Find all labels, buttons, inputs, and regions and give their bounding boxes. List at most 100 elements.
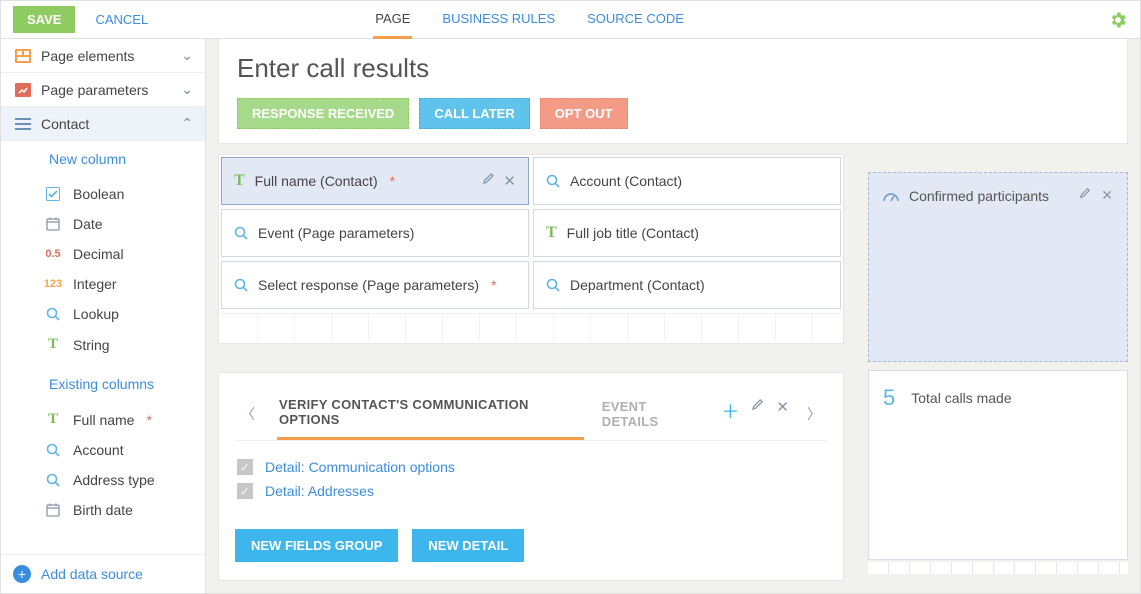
type-date[interactable]: Date	[37, 209, 205, 239]
page-title: Enter call results	[237, 53, 1109, 84]
lookup-icon	[43, 307, 63, 321]
required-icon: *	[146, 412, 151, 428]
date-icon	[43, 503, 63, 517]
gear-icon[interactable]	[1108, 10, 1128, 30]
button-response-received[interactable]: RESPONSE RECEIVED	[237, 98, 409, 129]
checkbox-icon: ✓	[237, 483, 253, 499]
decimal-icon: 0.5	[43, 248, 63, 260]
existing-full-name[interactable]: T Full name*	[37, 404, 205, 435]
col-label: Account	[73, 442, 124, 458]
sidebar-item-contact[interactable]: Contact ⌃	[1, 107, 205, 141]
tab-next-icon[interactable]: 〉	[801, 398, 827, 430]
gauge-icon	[883, 190, 899, 202]
required-icon: *	[390, 173, 395, 189]
field-full-name[interactable]: T Full name (Contact) * ✕	[221, 157, 529, 205]
grid-drop-zone[interactable]	[221, 313, 841, 341]
elements-icon	[13, 48, 33, 64]
existing-birth-date[interactable]: Birth date	[37, 495, 205, 525]
header-bar: SAVE CANCEL PAGE BUSINESS RULES SOURCE C…	[1, 1, 1140, 39]
type-label: Decimal	[73, 246, 124, 262]
type-label: Integer	[73, 276, 117, 292]
date-icon	[43, 217, 63, 231]
button-call-later[interactable]: CALL LATER	[419, 98, 529, 129]
list-icon	[13, 116, 33, 132]
field-job-title[interactable]: T Full job title (Contact)	[533, 209, 841, 257]
string-icon: T	[43, 336, 63, 353]
field-account[interactable]: Account (Contact)	[533, 157, 841, 205]
add-tab-icon[interactable]: ＋	[721, 398, 739, 430]
plus-icon: +	[13, 565, 31, 583]
lookup-icon	[546, 174, 560, 188]
field-label: Full job title (Contact)	[567, 225, 699, 241]
tab-event-details[interactable]: EVENT DETAILS	[600, 389, 706, 439]
col-label: Birth date	[73, 502, 133, 518]
tab-verify-contact[interactable]: VERIFY CONTACT'S COMMUNICATION OPTIONS	[277, 387, 584, 440]
lookup-icon	[43, 473, 63, 487]
type-integer[interactable]: 123 Integer	[37, 269, 205, 299]
save-button[interactable]: SAVE	[13, 6, 75, 33]
cancel-button[interactable]: CANCEL	[81, 6, 162, 33]
lookup-icon	[234, 278, 248, 292]
existing-address-type[interactable]: Address type	[37, 465, 205, 495]
new-detail-button[interactable]: NEW DETAIL	[412, 529, 524, 562]
type-label: Lookup	[73, 306, 119, 322]
type-decimal[interactable]: 0.5 Decimal	[37, 239, 205, 269]
chevron-down-icon: ⌄	[181, 81, 193, 98]
edit-icon[interactable]	[1079, 187, 1091, 204]
detail-communication-options[interactable]: ✓ Detail: Communication options	[235, 451, 827, 475]
detail-label: Detail: Addresses	[265, 483, 374, 499]
detail-addresses[interactable]: ✓ Detail: Addresses	[235, 475, 827, 499]
field-select-response[interactable]: Select response (Page parameters)*	[221, 261, 529, 309]
field-label: Account (Contact)	[570, 173, 682, 189]
add-ds-label: Add data source	[41, 566, 143, 582]
type-string[interactable]: T String	[37, 329, 205, 360]
type-lookup[interactable]: Lookup	[37, 299, 205, 329]
sidebar-item-page-elements[interactable]: Page elements ⌄	[1, 39, 205, 73]
type-label: Boolean	[73, 186, 124, 202]
edit-tab-icon[interactable]	[751, 398, 764, 430]
chevron-down-icon: ⌄	[181, 47, 193, 64]
string-icon: T	[234, 172, 245, 190]
tab-page[interactable]: PAGE	[373, 1, 412, 39]
chevron-up-icon: ⌃	[181, 115, 193, 132]
existing-columns-heading: Existing columns	[1, 366, 205, 398]
lookup-icon	[234, 226, 248, 240]
lookup-icon	[546, 278, 560, 292]
widget-confirmed-participants[interactable]: Confirmed participants ✕	[868, 172, 1128, 362]
close-icon[interactable]: ✕	[1101, 187, 1113, 204]
button-opt-out[interactable]: OPT OUT	[540, 98, 628, 129]
widget-total-calls[interactable]: 5 Total calls made	[868, 370, 1128, 560]
params-icon	[13, 82, 33, 98]
edit-icon[interactable]	[482, 172, 495, 190]
field-department[interactable]: Department (Contact)	[533, 261, 841, 309]
add-data-source-button[interactable]: + Add data source	[1, 554, 205, 593]
required-icon: *	[491, 277, 496, 293]
sidebar-item-page-parameters[interactable]: Page parameters ⌄	[1, 73, 205, 107]
widget-drop-zone[interactable]	[868, 562, 1128, 574]
tab-source-code[interactable]: SOURCE CODE	[585, 1, 686, 39]
new-fields-group-button[interactable]: NEW FIELDS GROUP	[235, 529, 398, 562]
delete-tab-icon[interactable]: ✕	[776, 398, 789, 430]
field-label: Full name (Contact)	[255, 173, 378, 189]
tabs-panel: 〈 VERIFY CONTACT'S COMMUNICATION OPTIONS…	[218, 372, 844, 581]
type-boolean[interactable]: Boolean	[37, 179, 205, 209]
field-label: Department (Contact)	[570, 277, 705, 293]
boolean-icon	[43, 187, 63, 201]
widget-title: Total calls made	[911, 390, 1011, 406]
checkbox-icon: ✓	[237, 459, 253, 475]
sidebar-label: Page parameters	[41, 82, 148, 98]
tab-business-rules[interactable]: BUSINESS RULES	[440, 1, 557, 39]
header-panel: Enter call results RESPONSE RECEIVED CAL…	[218, 39, 1128, 144]
col-label: Full name	[73, 412, 134, 428]
type-label: String	[73, 337, 110, 353]
string-icon: T	[546, 224, 557, 242]
fields-grid: T Full name (Contact) * ✕ Account (Contac…	[218, 154, 844, 344]
lookup-icon	[43, 443, 63, 457]
metric-value: 5	[883, 385, 895, 411]
tab-prev-icon[interactable]: 〈	[235, 398, 261, 430]
field-label: Event (Page parameters)	[258, 225, 414, 241]
field-event[interactable]: Event (Page parameters)	[221, 209, 529, 257]
sidebar: Page elements ⌄ Page parameters ⌄ Contac…	[1, 39, 206, 593]
existing-account[interactable]: Account	[37, 435, 205, 465]
close-icon[interactable]: ✕	[503, 172, 516, 190]
